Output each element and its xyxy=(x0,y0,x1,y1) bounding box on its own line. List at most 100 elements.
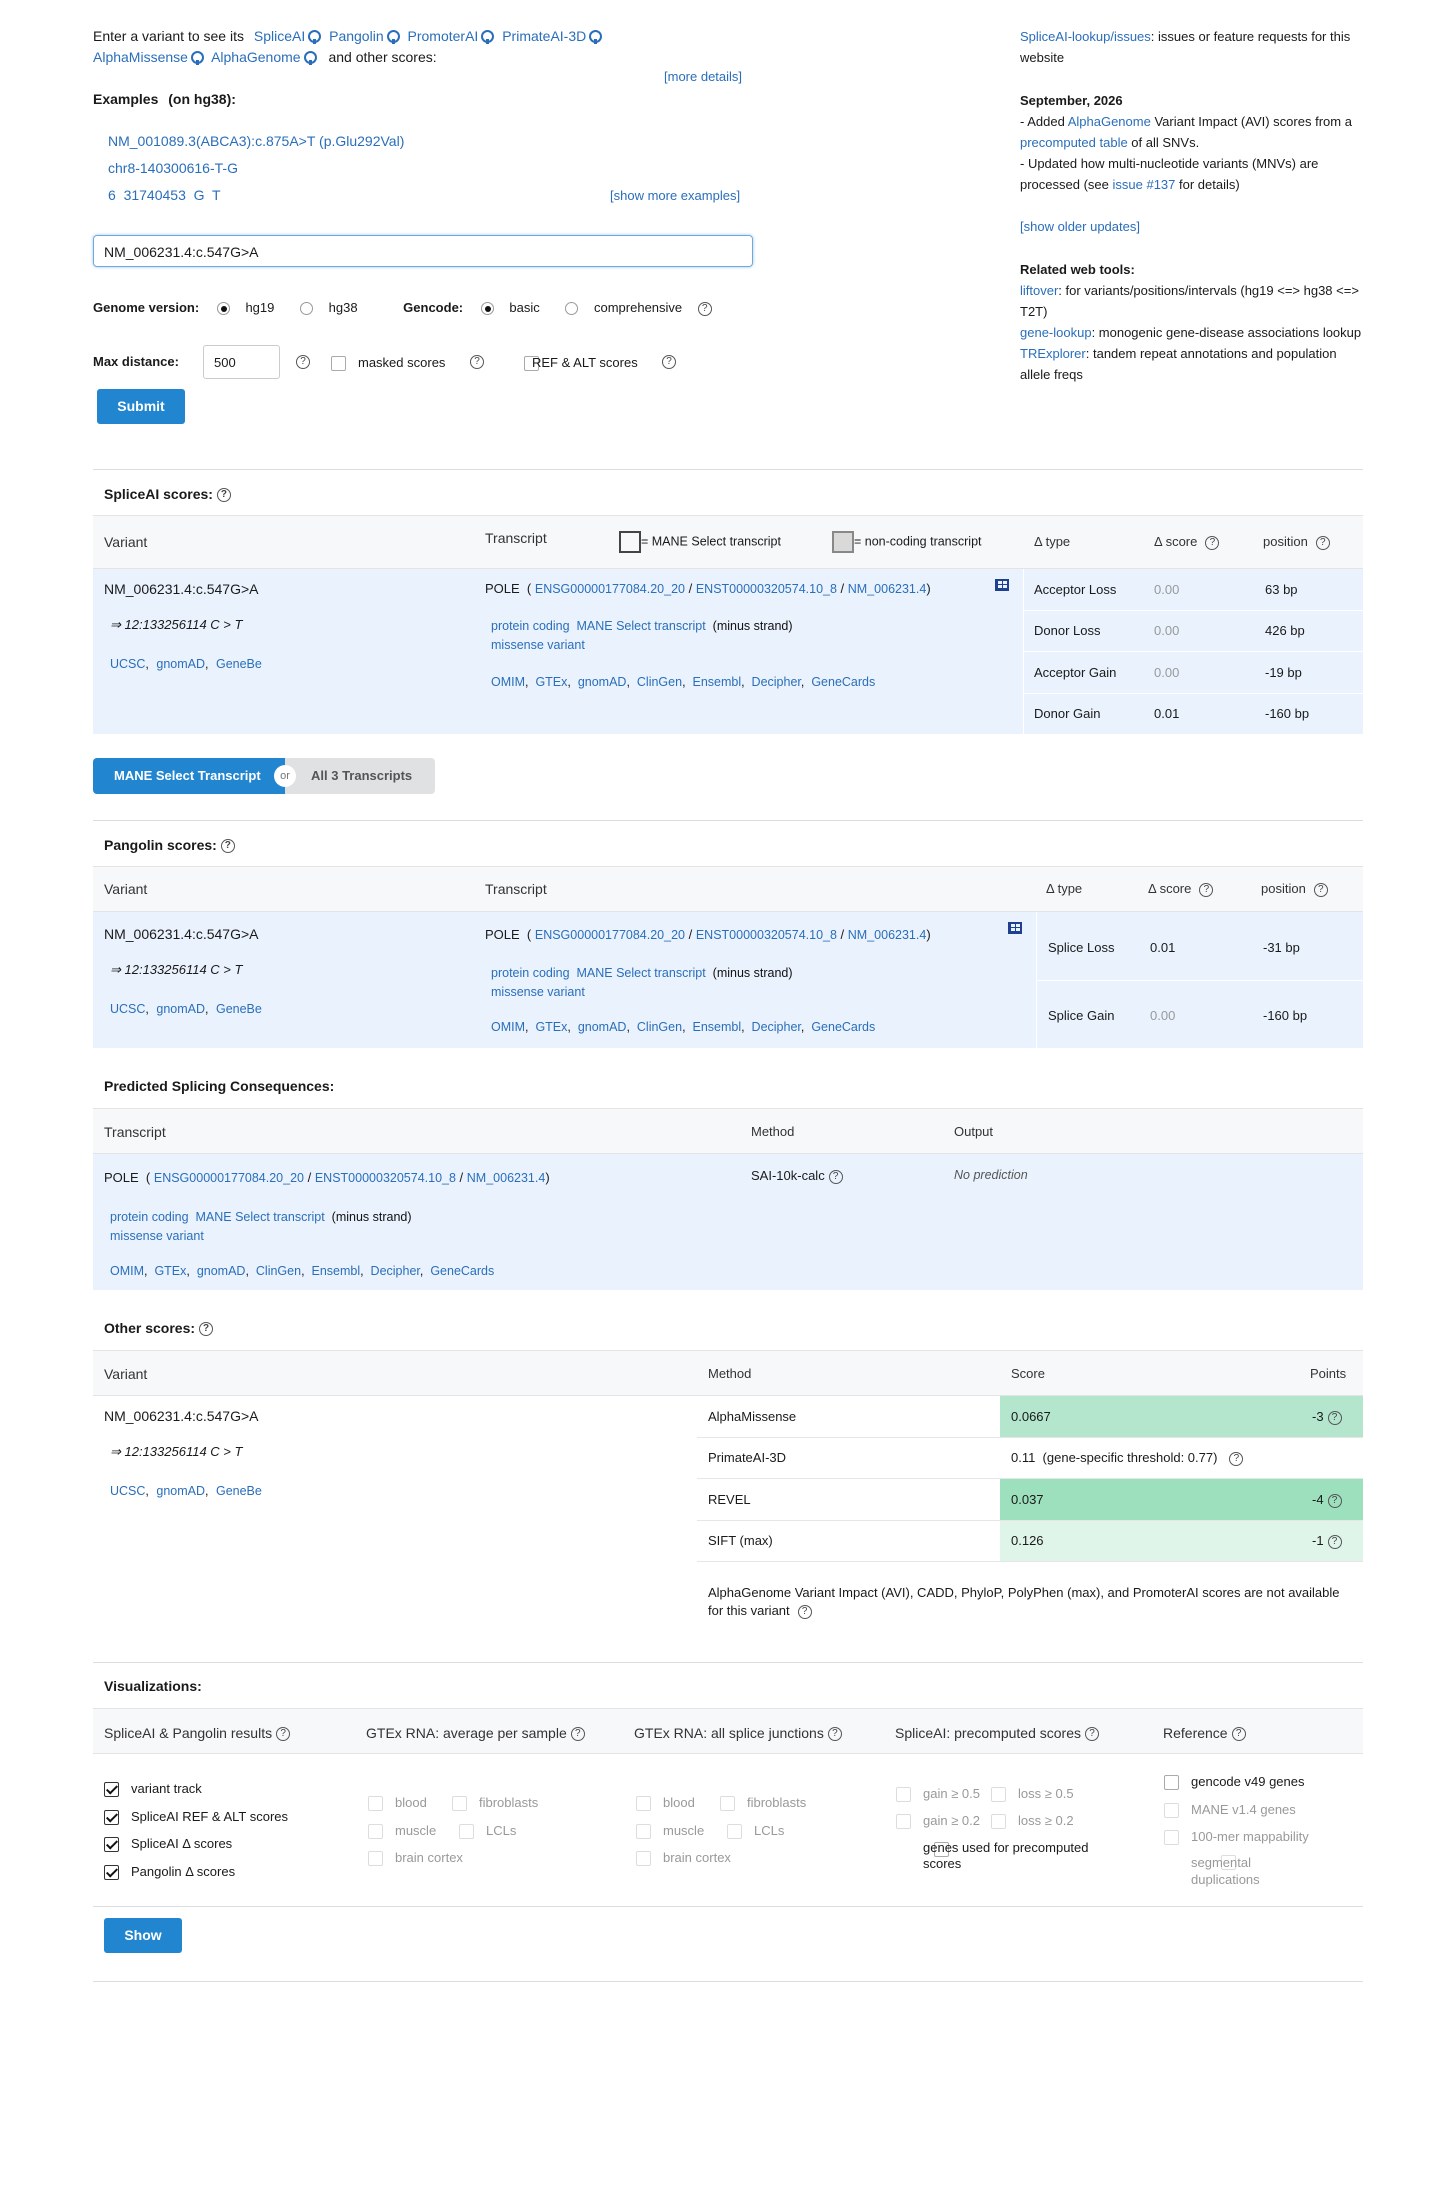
gnomad-link[interactable]: gnomAD xyxy=(197,1264,246,1278)
gencode-genes-checkbox[interactable] xyxy=(1164,1775,1179,1791)
delta-score[interactable]: 0.00 xyxy=(1150,1008,1175,1023)
gtex-junc-lcls-checkbox[interactable] xyxy=(727,1823,742,1839)
nm-link[interactable]: NM_006231.4 xyxy=(467,1171,546,1185)
help-icon[interactable]: ? xyxy=(1084,1727,1099,1742)
liftover-link[interactable]: liftover xyxy=(1020,283,1058,298)
ensembl-link[interactable]: Ensembl xyxy=(692,1020,741,1034)
clingen-link[interactable]: ClinGen xyxy=(637,675,682,689)
omim-link[interactable]: OMIM xyxy=(491,675,525,689)
masked-scores-checkbox[interactable] xyxy=(331,355,346,371)
mane-select-toggle[interactable]: MANE Select Transcript xyxy=(93,758,285,794)
ensg-link[interactable]: ENSG00000177084.20_20 xyxy=(535,582,685,596)
help-icon[interactable]: ? xyxy=(1199,882,1214,897)
gnomad-link[interactable]: gnomAD xyxy=(156,1484,205,1498)
mane-genes-checkbox[interactable] xyxy=(1164,1802,1179,1818)
help-icon[interactable]: ? xyxy=(216,488,231,503)
gtex-junc-fibroblasts-checkbox[interactable] xyxy=(720,1796,735,1812)
example-2[interactable]: chr8-140300616-T-G xyxy=(108,160,238,176)
decipher-link[interactable]: Decipher xyxy=(371,1264,420,1278)
help-icon[interactable]: ? xyxy=(828,1169,843,1184)
clingen-link[interactable]: ClinGen xyxy=(256,1264,301,1278)
delta-score[interactable]: 0.01 xyxy=(1150,940,1175,955)
help-icon[interactable]: ? xyxy=(220,839,235,854)
gtex-link[interactable]: GTEx xyxy=(535,1020,567,1034)
genebe-link[interactable]: GeneBe xyxy=(216,1484,262,1498)
show-older-updates-link[interactable]: [show older updates] xyxy=(1020,219,1140,234)
gnomad-link[interactable]: gnomAD xyxy=(578,675,627,689)
github-icon[interactable] xyxy=(308,30,322,44)
link-promoterai[interactable]: PromoterAI xyxy=(408,28,479,44)
table-icon[interactable] xyxy=(1008,922,1022,934)
gnomad-link[interactable]: gnomAD xyxy=(578,1020,627,1034)
pangolin-delta-checkbox[interactable] xyxy=(104,1864,119,1880)
genebe-link[interactable]: GeneBe xyxy=(216,1002,262,1016)
trexplorer-link[interactable]: TRExplorer xyxy=(1020,346,1086,361)
github-icon[interactable] xyxy=(481,30,495,44)
max-distance-input[interactable]: 500 xyxy=(203,345,280,379)
loss-05-checkbox[interactable] xyxy=(991,1787,1006,1803)
spliceai-delta-checkbox[interactable] xyxy=(104,1837,119,1853)
genebe-link[interactable]: GeneBe xyxy=(216,657,262,671)
hg38-radio[interactable] xyxy=(300,302,313,316)
help-icon[interactable]: ? xyxy=(1205,535,1220,550)
help-icon[interactable]: ? xyxy=(276,1727,291,1742)
help-icon[interactable]: ? xyxy=(1315,535,1330,550)
omim-link[interactable]: OMIM xyxy=(110,1264,144,1278)
delta-score[interactable]: 0.01 xyxy=(1154,706,1179,721)
omim-link[interactable]: OMIM xyxy=(491,1020,525,1034)
gnomad-link[interactable]: gnomAD xyxy=(156,657,205,671)
gain-02-checkbox[interactable] xyxy=(896,1814,911,1830)
gtex-avg-fibroblasts-checkbox[interactable] xyxy=(452,1796,467,1812)
help-icon[interactable]: ? xyxy=(296,355,310,369)
variant-search-input[interactable]: NM_006231.4:c.547G>A xyxy=(93,235,753,267)
nm-link[interactable]: NM_006231.4 xyxy=(848,582,927,596)
help-icon[interactable]: ? xyxy=(697,301,712,316)
link-alphagenome[interactable]: AlphaGenome xyxy=(211,49,301,65)
help-icon[interactable]: ? xyxy=(1327,1534,1342,1549)
enst-link[interactable]: ENST00000320574.10_8 xyxy=(315,1171,456,1185)
link-pangolin[interactable]: Pangolin xyxy=(329,28,384,44)
help-icon[interactable]: ? xyxy=(662,355,676,369)
ucsc-link[interactable]: UCSC xyxy=(110,657,145,671)
help-icon[interactable]: ? xyxy=(1231,1727,1246,1742)
gene-lookup-link[interactable]: gene-lookup xyxy=(1020,325,1092,340)
ensg-link[interactable]: ENSG00000177084.20_20 xyxy=(154,1171,304,1185)
gtex-junc-blood-checkbox[interactable] xyxy=(636,1796,651,1812)
gtex-avg-lcls-checkbox[interactable] xyxy=(459,1823,474,1839)
gencode-basic-radio[interactable] xyxy=(480,302,494,316)
gtex-avg-blood-checkbox[interactable] xyxy=(368,1796,383,1812)
help-icon[interactable]: ? xyxy=(1327,1493,1342,1508)
genecards-link[interactable]: GeneCards xyxy=(430,1264,494,1278)
ensg-link[interactable]: ENSG00000177084.20_20 xyxy=(535,928,685,942)
ensembl-link[interactable]: Ensembl xyxy=(692,675,741,689)
example-3[interactable]: 6 31740453 G T xyxy=(108,187,221,203)
nm-link[interactable]: NM_006231.4 xyxy=(848,928,927,942)
github-icon[interactable] xyxy=(190,51,204,65)
gtex-link[interactable]: GTEx xyxy=(154,1264,186,1278)
gtex-junc-muscle-checkbox[interactable] xyxy=(636,1823,651,1839)
help-icon[interactable]: ? xyxy=(797,1604,812,1619)
help-icon[interactable]: ? xyxy=(199,1322,214,1337)
genecards-link[interactable]: GeneCards xyxy=(811,675,875,689)
help-icon[interactable]: ? xyxy=(570,1727,585,1742)
submit-button[interactable]: Submit xyxy=(97,389,185,424)
decipher-link[interactable]: Decipher xyxy=(752,1020,801,1034)
ucsc-link[interactable]: UCSC xyxy=(110,1002,145,1016)
more-details-link[interactable]: [more details] xyxy=(664,69,742,84)
delta-score[interactable]: 0.00 xyxy=(1154,623,1179,638)
github-icon[interactable] xyxy=(589,30,603,44)
all-transcripts-toggle[interactable]: All 3 Transcripts xyxy=(285,758,435,794)
gtex-junc-brain-cortex-checkbox[interactable] xyxy=(636,1851,651,1867)
show-visualizations-button[interactable]: Show xyxy=(104,1918,182,1953)
example-1[interactable]: NM_001089.3(ABCA3):c.875A>T (p.Glu292Val… xyxy=(108,133,404,149)
gtex-link[interactable]: GTEx xyxy=(535,675,567,689)
enst-link[interactable]: ENST00000320574.10_8 xyxy=(696,928,837,942)
decipher-link[interactable]: Decipher xyxy=(752,675,801,689)
mappability-checkbox[interactable] xyxy=(1164,1830,1179,1846)
delta-score[interactable]: 0.00 xyxy=(1154,665,1179,680)
ucsc-link[interactable]: UCSC xyxy=(110,1484,145,1498)
precomputed-table-link[interactable]: precomputed table xyxy=(1020,135,1128,150)
link-alphamissense[interactable]: AlphaMissense xyxy=(93,49,188,65)
help-icon[interactable]: ? xyxy=(1229,1451,1244,1466)
github-icon[interactable] xyxy=(386,30,400,44)
